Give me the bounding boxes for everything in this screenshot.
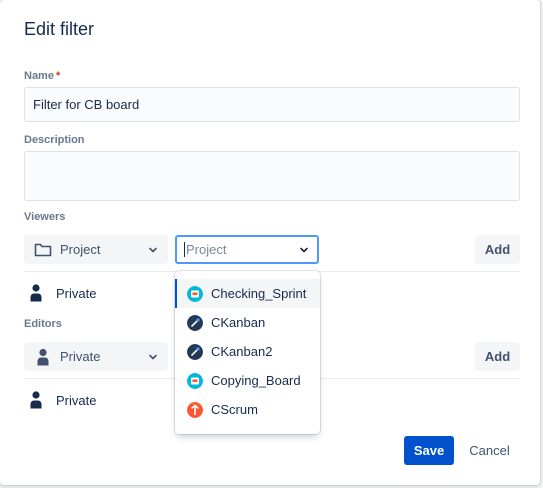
project-option-checking-sprint[interactable]: Checking_Sprint: [175, 279, 320, 308]
project-option-ckanban[interactable]: CKanban: [175, 308, 320, 337]
text-cursor: [184, 242, 185, 257]
save-button[interactable]: Save: [404, 436, 454, 465]
editors-entry-label: Private: [56, 392, 97, 408]
viewers-add-button[interactable]: Add: [475, 235, 520, 264]
person-icon: [30, 391, 42, 409]
viewers-project-input[interactable]: Project: [175, 235, 319, 264]
name-field[interactable]: Filter for CB board: [24, 87, 520, 122]
editors-type-label: Private: [60, 349, 101, 364]
option-label: CKanban: [211, 315, 266, 330]
editors-add-button[interactable]: Add: [475, 342, 520, 371]
description-field[interactable]: [24, 151, 520, 201]
project-avatar-rocket-icon: [187, 314, 203, 331]
chevron-down-icon[interactable]: [299, 245, 309, 255]
viewers-type-label: Project: [60, 242, 101, 257]
project-avatar-cyan-icon: [187, 285, 203, 302]
name-label-text: Name: [24, 70, 54, 82]
person-icon: [30, 284, 42, 302]
project-option-ckanban2[interactable]: CKanban2: [175, 337, 320, 366]
project-avatar-red-icon: [187, 401, 203, 418]
description-label: Description: [24, 134, 85, 146]
project-avatar-rocket-icon: [187, 343, 203, 360]
person-icon: [37, 348, 49, 365]
cancel-button[interactable]: Cancel: [462, 436, 517, 465]
project-input-placeholder: Project: [186, 242, 227, 257]
viewers-type-select[interactable]: Project: [24, 235, 168, 264]
project-option-copying-board[interactable]: Copying_Board: [175, 366, 320, 395]
project-avatar-cyan-icon: [187, 372, 203, 389]
viewers-entry-private: Private: [30, 284, 96, 302]
editors-type-select[interactable]: Private: [24, 342, 168, 371]
option-label: Checking_Sprint: [211, 286, 307, 301]
dialog-title: Edit filter: [24, 19, 95, 39]
name-label: Name *: [24, 70, 60, 82]
project-dropdown-menu: Checking_Sprint CKanban CKanban2 Copying…: [175, 271, 320, 434]
folder-icon: [34, 243, 52, 257]
viewers-entry-label: Private: [56, 285, 97, 301]
project-option-cscrum[interactable]: CScrum: [175, 395, 320, 424]
chevron-down-icon: [149, 354, 157, 359]
editors-label: Editors: [24, 318, 62, 330]
option-label: CKanban2: [211, 344, 273, 359]
required-mark: *: [55, 70, 61, 82]
viewers-label: Viewers: [24, 211, 66, 223]
chevron-down-icon: [149, 247, 157, 252]
option-label: CScrum: [211, 402, 258, 417]
editors-entry-private: Private: [30, 391, 96, 409]
option-label: Copying_Board: [211, 373, 301, 388]
